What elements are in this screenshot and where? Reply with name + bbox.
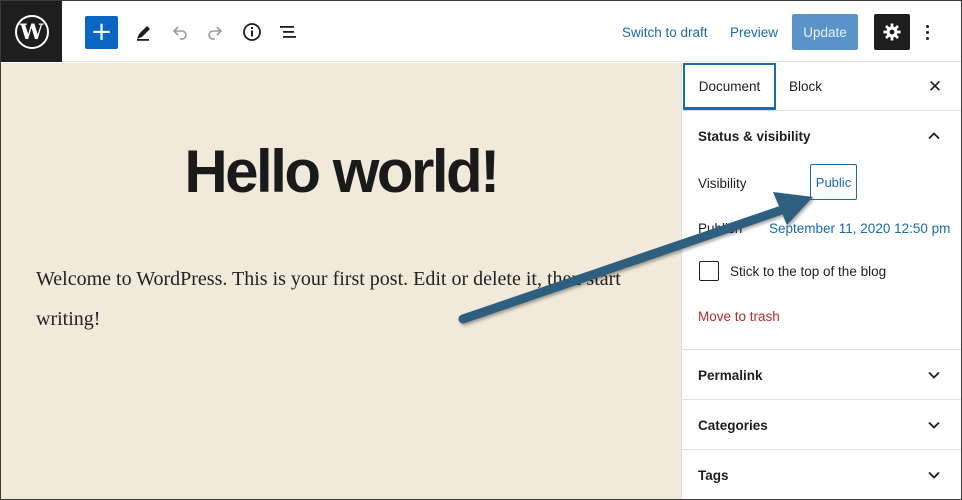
permalink-panel-title[interactable]: Permalink (698, 368, 763, 383)
preview-link[interactable]: Preview (730, 25, 778, 40)
wordpress-logo[interactable]: W (1, 1, 62, 62)
paragraph-block[interactable]: Welcome to WordPress. This is your first… (36, 259, 636, 339)
switch-to-draft-link[interactable]: Switch to draft (622, 25, 708, 40)
editor-canvas[interactable]: Hello world! Welcome to WordPress. This … (1, 63, 681, 499)
chevron-down-icon[interactable] (926, 467, 942, 483)
move-to-trash-button[interactable]: Move to trash (698, 309, 780, 324)
panel-divider (682, 399, 961, 400)
details-button[interactable] (237, 17, 267, 47)
visibility-toggle-button[interactable]: Public (810, 164, 857, 200)
close-icon[interactable]: ✕ (923, 75, 947, 99)
top-toolbar: W + Switch to draft Preview Update (1, 1, 961, 62)
pencil-icon (137, 26, 150, 41)
editor-window: W + Switch to draft Preview Update Hello… (0, 0, 962, 500)
add-block-button[interactable]: + (85, 16, 118, 49)
settings-button[interactable] (874, 14, 910, 50)
sticky-checkbox-label[interactable]: Stick to the top of the blog (730, 264, 886, 279)
chevron-down-icon[interactable] (926, 367, 942, 383)
status-visibility-panel-title[interactable]: Status & visibility (698, 129, 811, 144)
more-vertical-icon-dot (925, 30, 929, 34)
chevron-down-icon[interactable] (926, 417, 942, 433)
sidebar-tabs: Document Block ✕ (682, 63, 961, 111)
publish-date-button[interactable]: September 11, 2020 12:50 pm (769, 221, 950, 236)
visibility-label: Visibility (698, 176, 747, 191)
plus-icon: + (90, 16, 113, 47)
panel-divider (682, 449, 961, 450)
more-options-button[interactable] (917, 17, 937, 47)
undo-icon (172, 26, 187, 40)
panel-divider (682, 349, 961, 350)
chevron-up-icon[interactable] (926, 128, 942, 144)
info-icon (243, 23, 261, 41)
wordpress-logo-mark: W (14, 14, 49, 49)
tags-panel-title[interactable]: Tags (698, 468, 729, 483)
redo-icon (208, 26, 223, 40)
update-button[interactable]: Update (792, 14, 858, 50)
gear-icon (883, 23, 901, 41)
tab-block[interactable]: Block (789, 63, 822, 110)
publish-label: Publish (698, 221, 743, 236)
settings-sidebar: Document Block ✕ Status & visibility Vis… (681, 63, 961, 499)
categories-panel-title[interactable]: Categories (698, 418, 768, 433)
tab-document[interactable]: Document (683, 63, 776, 110)
more-vertical-icon-dot (925, 24, 929, 28)
list-view-button[interactable] (273, 17, 303, 47)
list-view-icon (280, 26, 296, 38)
post-title[interactable]: Hello world! (1, 137, 681, 206)
tools-button[interactable] (129, 17, 159, 47)
redo-button[interactable] (200, 17, 230, 47)
sticky-checkbox[interactable] (699, 261, 719, 281)
undo-button[interactable] (165, 17, 195, 47)
more-vertical-icon-dot (925, 36, 929, 40)
